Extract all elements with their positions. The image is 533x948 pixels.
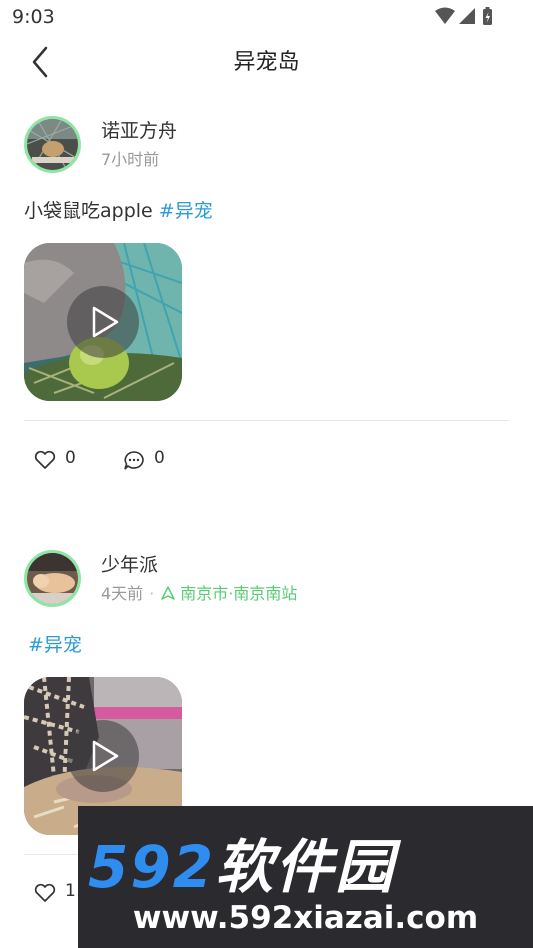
comment-icon xyxy=(124,451,144,470)
avatar-image xyxy=(27,119,78,170)
post-content: 小袋鼠吃apple #异宠 xyxy=(24,196,213,223)
watermark-logo-number: 592 xyxy=(88,833,216,901)
comment-button[interactable]: 0 xyxy=(122,448,182,472)
post-location-text: 南京市·南京南站 xyxy=(180,584,298,603)
watermark-logo: 592软件园 xyxy=(88,820,395,904)
comment-count: 0 xyxy=(154,448,165,468)
video-thumbnail[interactable] xyxy=(24,243,182,401)
top-nav-bar: 异宠岛 xyxy=(0,36,533,84)
divider xyxy=(24,420,509,421)
watermark-url: www.592xiazai.com xyxy=(132,900,479,936)
play-icon xyxy=(92,306,119,338)
like-button[interactable]: 0 xyxy=(33,448,93,472)
post-content: #异宠 xyxy=(28,630,82,657)
heart-icon xyxy=(34,883,56,902)
hashtag-link[interactable]: #异宠 xyxy=(28,634,82,656)
post-time-text: 7小时前 xyxy=(101,150,160,169)
status-time: 9:03 xyxy=(12,6,55,28)
like-count: 1 xyxy=(65,881,76,901)
feed-post: 诺亚方舟 7小时前 小袋鼠吃apple #异宠 0 0 xyxy=(0,100,533,500)
page-title: 异宠岛 xyxy=(233,50,300,75)
watermark-logo-text: 软件园 xyxy=(215,833,396,901)
play-button[interactable] xyxy=(67,720,139,792)
avatar[interactable] xyxy=(24,550,81,607)
post-time-text: 4天前 xyxy=(101,584,144,603)
post-time: 7小时前 xyxy=(101,146,159,170)
post-username[interactable]: 诺亚方舟 xyxy=(101,116,177,143)
status-icons xyxy=(435,7,495,27)
post-username[interactable]: 少年派 xyxy=(101,550,158,577)
heart-icon xyxy=(34,450,56,469)
post-text: 小袋鼠吃apple xyxy=(24,200,159,222)
post-meta: 4天前 · 南京市·南京南站 xyxy=(101,580,297,604)
like-count: 0 xyxy=(65,448,76,468)
watermark-banner: 592软件园 www.592xiazai.com xyxy=(78,806,533,948)
avatar[interactable] xyxy=(24,116,81,173)
hashtag-link[interactable]: #异宠 xyxy=(159,200,213,222)
meta-separator: · xyxy=(149,584,155,603)
play-icon xyxy=(92,740,119,772)
post-location[interactable]: 南京市·南京南站 xyxy=(160,584,297,603)
location-arrow-icon xyxy=(161,586,176,600)
avatar-image xyxy=(27,553,78,604)
play-button[interactable] xyxy=(67,286,139,358)
status-bar: 9:03 xyxy=(0,0,533,36)
wifi-signal-battery-icon xyxy=(435,7,492,25)
